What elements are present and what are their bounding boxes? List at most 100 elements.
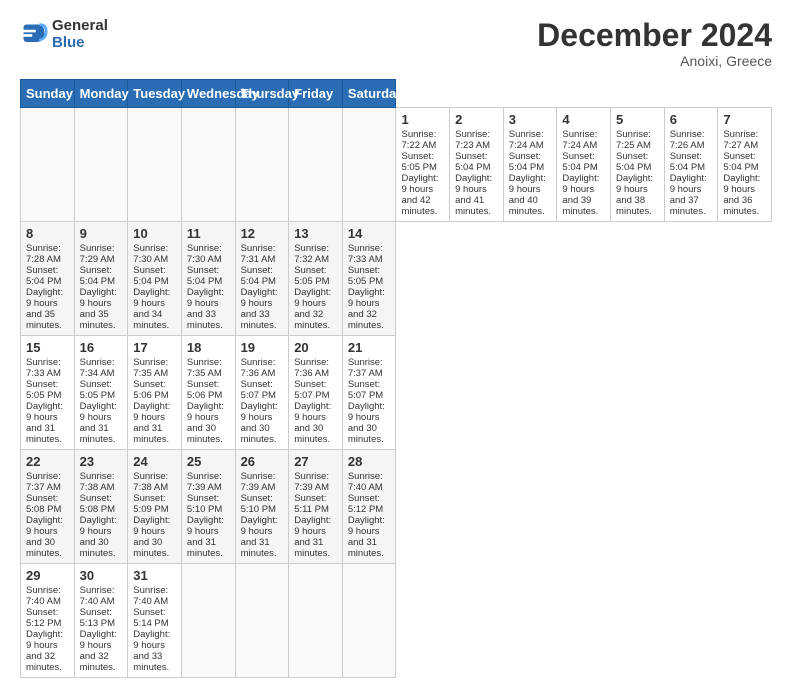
- sunset-text: Sunset: 5:07 PM: [348, 379, 383, 401]
- day-cell: [342, 108, 396, 222]
- sunrise-text: Sunrise: 7:40 AM: [26, 585, 61, 607]
- day-cell: 31Sunrise: 7:40 AMSunset: 5:14 PMDayligh…: [128, 564, 182, 678]
- sunset-text: Sunset: 5:07 PM: [294, 379, 329, 401]
- daylight-text: Daylight: 9 hours and 32 minutes.: [26, 629, 63, 673]
- day-cell: 3Sunrise: 7:24 AMSunset: 5:04 PMDaylight…: [503, 108, 557, 222]
- day-cell: 18Sunrise: 7:35 AMSunset: 5:06 PMDayligh…: [181, 336, 235, 450]
- sunrise-text: Sunrise: 7:38 AM: [133, 471, 168, 493]
- calendar-page: General Blue December 2024 Anoixi, Greec…: [0, 0, 792, 688]
- day-number: 4: [562, 112, 605, 127]
- day-number: 25: [187, 454, 230, 469]
- day-number: 7: [723, 112, 766, 127]
- daylight-text: Daylight: 9 hours and 39 minutes.: [562, 173, 599, 217]
- day-cell: [289, 108, 343, 222]
- day-cell: 20Sunrise: 7:36 AMSunset: 5:07 PMDayligh…: [289, 336, 343, 450]
- daylight-text: Daylight: 9 hours and 41 minutes.: [455, 173, 492, 217]
- sunset-text: Sunset: 5:12 PM: [348, 493, 383, 515]
- logo-text: General Blue: [52, 18, 108, 51]
- calendar-body: 1Sunrise: 7:22 AMSunset: 5:05 PMDaylight…: [21, 108, 772, 678]
- day-number: 31: [133, 568, 176, 583]
- week-row: 8Sunrise: 7:28 AMSunset: 5:04 PMDaylight…: [21, 222, 772, 336]
- day-number: 21: [348, 340, 391, 355]
- daylight-text: Daylight: 9 hours and 30 minutes.: [241, 401, 278, 445]
- day-number: 23: [80, 454, 123, 469]
- sunset-text: Sunset: 5:12 PM: [26, 607, 61, 629]
- day-number: 8: [26, 226, 69, 241]
- sunrise-text: Sunrise: 7:30 AM: [133, 243, 168, 265]
- sunset-text: Sunset: 5:04 PM: [26, 265, 61, 287]
- sunrise-text: Sunrise: 7:25 AM: [616, 129, 651, 151]
- day-number: 24: [133, 454, 176, 469]
- sunrise-text: Sunrise: 7:34 AM: [80, 357, 115, 379]
- day-cell: 12Sunrise: 7:31 AMSunset: 5:04 PMDayligh…: [235, 222, 289, 336]
- daylight-text: Daylight: 9 hours and 31 minutes.: [133, 401, 170, 445]
- col-monday: Monday: [74, 80, 128, 108]
- day-cell: 7Sunrise: 7:27 AMSunset: 5:04 PMDaylight…: [718, 108, 772, 222]
- daylight-text: Daylight: 9 hours and 42 minutes.: [401, 173, 438, 217]
- sunrise-text: Sunrise: 7:31 AM: [241, 243, 276, 265]
- day-number: 20: [294, 340, 337, 355]
- sunset-text: Sunset: 5:08 PM: [26, 493, 61, 515]
- day-cell: 13Sunrise: 7:32 AMSunset: 5:05 PMDayligh…: [289, 222, 343, 336]
- day-number: 19: [241, 340, 284, 355]
- sunset-text: Sunset: 5:05 PM: [348, 265, 383, 287]
- sunrise-text: Sunrise: 7:30 AM: [187, 243, 222, 265]
- daylight-text: Daylight: 9 hours and 30 minutes.: [26, 515, 63, 559]
- sunset-text: Sunset: 5:10 PM: [187, 493, 222, 515]
- sunrise-text: Sunrise: 7:24 AM: [562, 129, 597, 151]
- sunrise-text: Sunrise: 7:26 AM: [670, 129, 705, 151]
- daylight-text: Daylight: 9 hours and 34 minutes.: [133, 287, 170, 331]
- daylight-text: Daylight: 9 hours and 30 minutes.: [187, 401, 224, 445]
- day-number: 13: [294, 226, 337, 241]
- header-row: Sunday Monday Tuesday Wednesday Thursday…: [21, 80, 772, 108]
- day-cell: 25Sunrise: 7:39 AMSunset: 5:10 PMDayligh…: [181, 450, 235, 564]
- day-number: 14: [348, 226, 391, 241]
- col-saturday: Saturday: [342, 80, 396, 108]
- day-number: 29: [26, 568, 69, 583]
- day-cell: 21Sunrise: 7:37 AMSunset: 5:07 PMDayligh…: [342, 336, 396, 450]
- logo: General Blue: [20, 18, 108, 51]
- day-cell: 19Sunrise: 7:36 AMSunset: 5:07 PMDayligh…: [235, 336, 289, 450]
- daylight-text: Daylight: 9 hours and 31 minutes.: [80, 401, 117, 445]
- sunset-text: Sunset: 5:06 PM: [187, 379, 222, 401]
- sunset-text: Sunset: 5:04 PM: [133, 265, 168, 287]
- day-cell: 30Sunrise: 7:40 AMSunset: 5:13 PMDayligh…: [74, 564, 128, 678]
- daylight-text: Daylight: 9 hours and 37 minutes.: [670, 173, 707, 217]
- daylight-text: Daylight: 9 hours and 30 minutes.: [294, 401, 331, 445]
- day-cell: [235, 564, 289, 678]
- daylight-text: Daylight: 9 hours and 32 minutes.: [80, 629, 117, 673]
- day-cell: [181, 108, 235, 222]
- day-cell: 4Sunrise: 7:24 AMSunset: 5:04 PMDaylight…: [557, 108, 611, 222]
- week-row: 22Sunrise: 7:37 AMSunset: 5:08 PMDayligh…: [21, 450, 772, 564]
- week-row: 29Sunrise: 7:40 AMSunset: 5:12 PMDayligh…: [21, 564, 772, 678]
- week-row: 1Sunrise: 7:22 AMSunset: 5:05 PMDaylight…: [21, 108, 772, 222]
- day-cell: 15Sunrise: 7:33 AMSunset: 5:05 PMDayligh…: [21, 336, 75, 450]
- sunset-text: Sunset: 5:11 PM: [294, 493, 329, 515]
- day-number: 3: [509, 112, 552, 127]
- day-cell: 14Sunrise: 7:33 AMSunset: 5:05 PMDayligh…: [342, 222, 396, 336]
- day-cell: [235, 108, 289, 222]
- sunset-text: Sunset: 5:09 PM: [133, 493, 168, 515]
- day-cell: [181, 564, 235, 678]
- day-cell: 28Sunrise: 7:40 AMSunset: 5:12 PMDayligh…: [342, 450, 396, 564]
- col-wednesday: Wednesday: [181, 80, 235, 108]
- day-cell: 27Sunrise: 7:39 AMSunset: 5:11 PMDayligh…: [289, 450, 343, 564]
- day-cell: 22Sunrise: 7:37 AMSunset: 5:08 PMDayligh…: [21, 450, 75, 564]
- daylight-text: Daylight: 9 hours and 31 minutes.: [241, 515, 278, 559]
- sunset-text: Sunset: 5:04 PM: [80, 265, 115, 287]
- day-cell: 2Sunrise: 7:23 AMSunset: 5:04 PMDaylight…: [450, 108, 504, 222]
- col-sunday: Sunday: [21, 80, 75, 108]
- day-cell: [21, 108, 75, 222]
- day-cell: 24Sunrise: 7:38 AMSunset: 5:09 PMDayligh…: [128, 450, 182, 564]
- month-title: December 2024: [537, 18, 772, 53]
- day-cell: 6Sunrise: 7:26 AMSunset: 5:04 PMDaylight…: [664, 108, 718, 222]
- daylight-text: Daylight: 9 hours and 31 minutes.: [348, 515, 385, 559]
- sunrise-text: Sunrise: 7:40 AM: [80, 585, 115, 607]
- daylight-text: Daylight: 9 hours and 38 minutes.: [616, 173, 653, 217]
- daylight-text: Daylight: 9 hours and 33 minutes.: [241, 287, 278, 331]
- day-cell: [289, 564, 343, 678]
- sunset-text: Sunset: 5:04 PM: [670, 151, 705, 173]
- day-number: 18: [187, 340, 230, 355]
- sunset-text: Sunset: 5:04 PM: [455, 151, 490, 173]
- sunset-text: Sunset: 5:05 PM: [294, 265, 329, 287]
